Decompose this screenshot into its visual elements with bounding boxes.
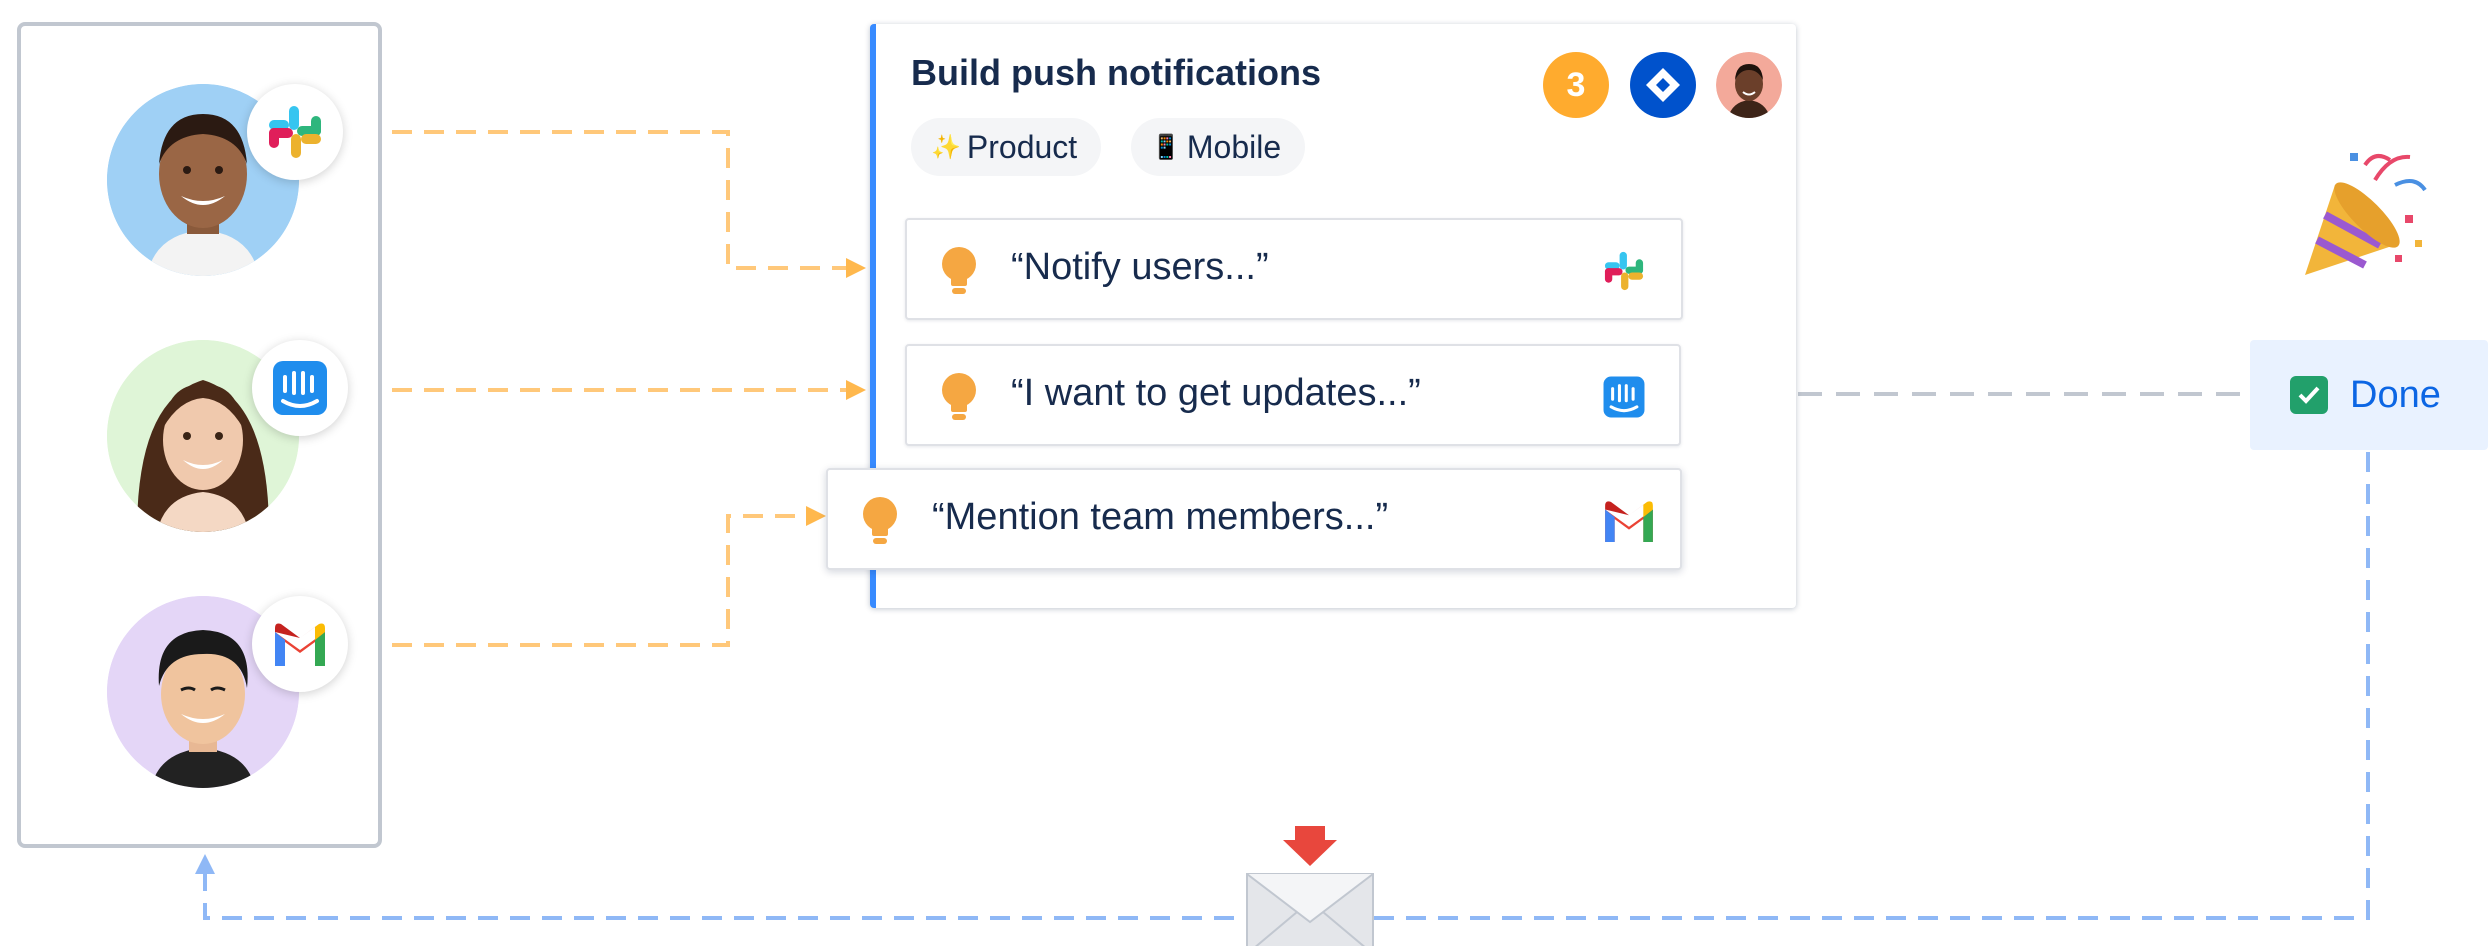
intercom-icon xyxy=(273,361,327,415)
owner-avatar[interactable] xyxy=(1716,52,1782,118)
mobile-phone-icon: 📱 xyxy=(1151,133,1181,161)
intercom-icon xyxy=(1599,372,1649,422)
slack-icon xyxy=(1599,246,1649,296)
insight-quote: “I want to get updates...” xyxy=(1011,372,1421,414)
flow-diagram: Build push notifications ✨ Product 📱 Mob… xyxy=(0,0,2489,946)
sparkles-icon: ✨ xyxy=(931,133,961,161)
insight-quote: “Notify users...” xyxy=(1011,246,1269,288)
gmail-icon xyxy=(275,623,325,666)
envelope-icon xyxy=(1246,826,1374,946)
tag-product[interactable]: ✨ Product xyxy=(911,118,1102,176)
slack-badge xyxy=(247,84,343,180)
lightbulb-icon xyxy=(942,247,976,294)
tag-label: Product xyxy=(966,128,1078,165)
insight-quote: “Mention team members...” xyxy=(932,496,1389,538)
lightbulb-icon xyxy=(942,373,976,420)
connector-slack-to-insight xyxy=(392,130,866,278)
lightbulb-icon xyxy=(863,497,897,544)
card-title: Build push notifications xyxy=(911,52,1321,93)
check-icon xyxy=(2290,376,2328,414)
status-label: Done xyxy=(2350,373,2441,416)
party-popper-icon xyxy=(2305,153,2427,275)
slack-icon xyxy=(269,106,321,158)
tag-mobile[interactable]: 📱 Mobile xyxy=(1131,118,1306,176)
insight-item-3[interactable]: “Mention team members...” xyxy=(826,468,1682,570)
gmail-badge xyxy=(252,596,348,692)
connector-gmail-to-insight xyxy=(392,506,826,647)
gmail-icon xyxy=(1600,496,1658,546)
insight-count-badge: 3 xyxy=(1543,52,1609,118)
insight-item-1[interactable]: “Notify users...” xyxy=(905,218,1683,320)
jira-icon[interactable] xyxy=(1630,52,1696,118)
insight-item-2[interactable]: “I want to get updates...” xyxy=(905,344,1681,446)
status-done[interactable]: Done xyxy=(2250,340,2488,450)
intercom-badge xyxy=(252,340,348,436)
tag-label: Mobile xyxy=(1186,128,1282,165)
